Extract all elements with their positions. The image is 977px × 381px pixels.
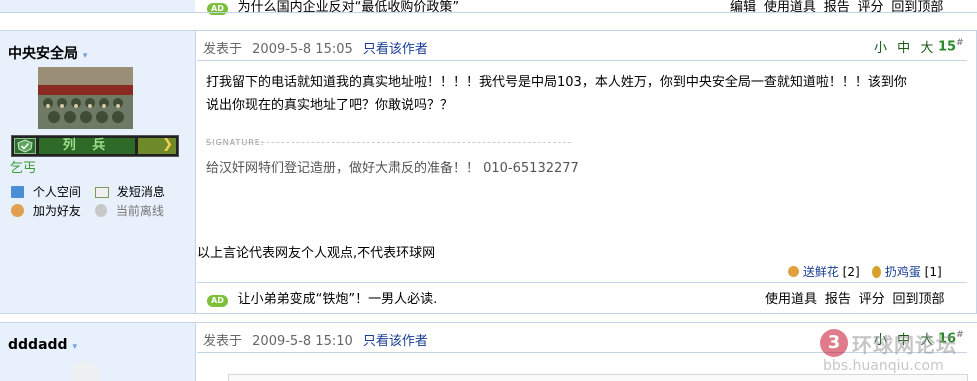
floor-symbol: # [956, 38, 964, 48]
avatar[interactable] [38, 67, 133, 129]
divider [197, 60, 967, 61]
throw-egg-button[interactable]: 扔鸡蛋 [1] [872, 263, 942, 280]
font-medium-link[interactable]: 中 [897, 41, 910, 56]
post1-ad-row[interactable]: AD 让小弟弟变成“铁炮”！一男人必读. [207, 288, 437, 307]
offline-label: 当前离线 [115, 204, 164, 218]
add-friend-icon [11, 204, 24, 217]
offline-status: 当前离线 [95, 202, 164, 219]
signature-divider [206, 142, 571, 143]
flower-count: [2] [842, 265, 860, 279]
ad-link[interactable]: 让小弟弟变成“铁炮”！一男人必读. [238, 292, 438, 307]
avatar[interactable] [72, 361, 100, 381]
ad-badge: AD [207, 295, 228, 307]
watermark-url: bbs.huanqiu.com [823, 358, 944, 374]
username[interactable]: 中央安全局 [8, 46, 78, 62]
content-line: 说出你现在的真实地址了吧？你敢说吗？？ [206, 98, 454, 113]
posted-time: 2009-5-8 15:05 [252, 42, 353, 57]
send-flower-button[interactable]: 送鲜花 [2] [788, 263, 860, 280]
rank-label: 列 兵 [39, 138, 135, 154]
send-message-link[interactable]: 发短消息 [95, 183, 165, 200]
username[interactable]: dddadd [8, 337, 68, 353]
divider [197, 282, 967, 283]
ad-badge: AD [207, 3, 228, 15]
rate-link[interactable]: 评分 [859, 292, 885, 307]
rank-progress: ❯ [138, 137, 176, 154]
use-item-link[interactable]: 使用道具 [765, 292, 817, 307]
signature-text: 给汉奸网特们登记造册，做好大肃反的准备！！ 010-65132277 [206, 161, 579, 176]
post1-font-size-switch: 小 中 大 [874, 37, 933, 56]
floor-number[interactable]: 15 [938, 39, 956, 54]
posted-label: 发表于 [203, 334, 243, 349]
send-message-label[interactable]: 发短消息 [117, 185, 165, 199]
watermark: 3 环球网论坛 bbs.huanqiu.com [818, 327, 973, 379]
font-small-link[interactable]: 小 [874, 41, 887, 56]
chevron-down-icon[interactable]: ▾ [72, 342, 77, 352]
back-to-top-link[interactable]: 回到顶部 [893, 292, 945, 307]
offline-user-icon [95, 204, 107, 217]
military-parade-photo [38, 67, 133, 129]
report-link[interactable]: 报告 [825, 292, 851, 307]
shield-check-icon [14, 138, 36, 154]
user-group: 乞丐 [10, 161, 37, 176]
post1-meta: 发表于 2009-5-8 15:05 只看该作者 [203, 38, 428, 57]
flower-label[interactable]: 送鲜花 [803, 265, 839, 279]
post1-content: 打我留下的电话就知道我的真实地址啦！！！！我代号是中局103，本人姓万，你到中央… [206, 71, 971, 117]
disclaimer: 以上言论代表网友个人观点,不代表环球网 [197, 246, 436, 261]
home-space-link[interactable]: 个人空间 [11, 183, 81, 200]
home-icon [11, 186, 24, 198]
home-space-label[interactable]: 个人空间 [33, 185, 81, 199]
message-icon [95, 187, 109, 198]
font-large-link[interactable]: 大 [920, 41, 933, 56]
post1-username-row[interactable]: 中央安全局 ▾ [8, 43, 87, 63]
huanqiu-logo-icon: 3 [820, 329, 848, 357]
rank-bar: 列 兵 ❯ [11, 135, 179, 157]
content-line: 打我留下的电话就知道我的真实地址啦！！！！我代号是中局103，本人姓万，你到中央… [206, 75, 907, 90]
add-friend-link[interactable]: 加为好友 [11, 202, 81, 219]
divider [0, 12, 977, 13]
posted-time: 2009-5-8 15:10 [252, 334, 353, 349]
post2-meta: 发表于 2009-5-8 15:10 只看该作者 [203, 330, 428, 349]
post1-floor[interactable]: 15# [938, 38, 964, 54]
watermark-logo-text: 环球网论坛 [852, 333, 957, 357]
arrow-right-icon: ❯ [162, 137, 173, 152]
egg-label[interactable]: 扔鸡蛋 [885, 265, 921, 279]
prev-post-sidebar [0, 0, 195, 12]
flower-icon [788, 266, 799, 277]
add-friend-label[interactable]: 加为好友 [33, 204, 81, 218]
only-author-link[interactable]: 只看该作者 [363, 42, 428, 57]
only-author-link[interactable]: 只看该作者 [363, 334, 428, 349]
egg-count: [1] [924, 265, 942, 279]
post2-username-row[interactable]: dddadd ▾ [8, 337, 77, 353]
chevron-down-icon[interactable]: ▾ [83, 51, 88, 61]
post1-actions: 使用道具 报告 评分 回到顶部 [765, 288, 945, 307]
posted-label: 发表于 [203, 42, 243, 57]
egg-icon [872, 266, 881, 278]
